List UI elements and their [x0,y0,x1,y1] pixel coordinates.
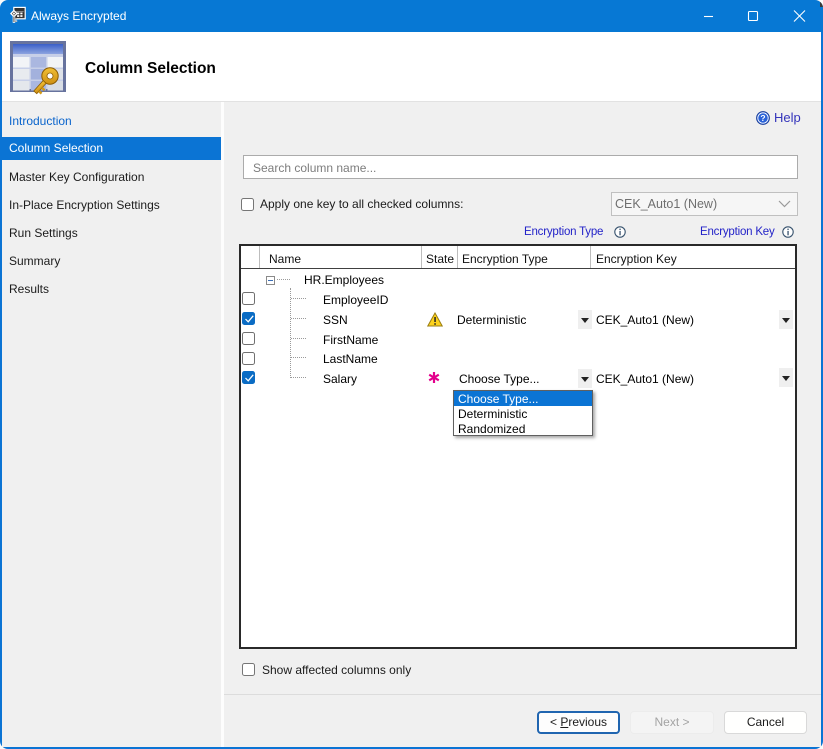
svg-text:?: ? [760,113,765,123]
